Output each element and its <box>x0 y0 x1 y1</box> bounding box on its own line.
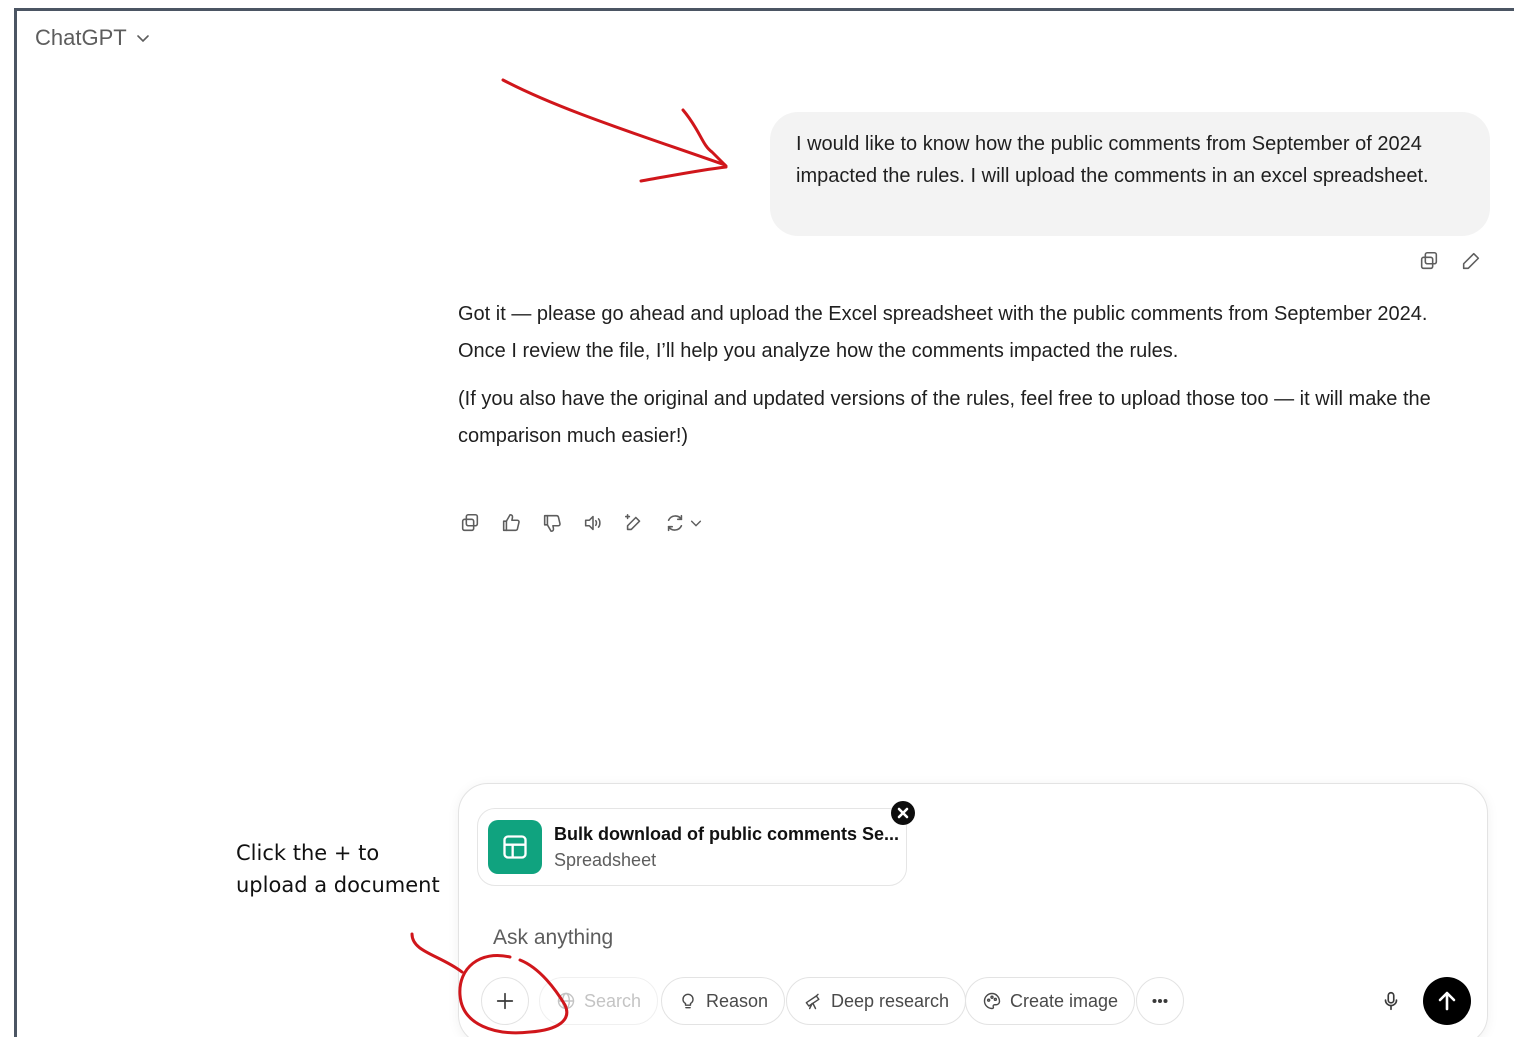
edit-pencil-icon[interactable] <box>1459 249 1483 273</box>
assistant-message: Got it — please go ahead and upload the … <box>458 296 1488 455</box>
microphone-icon <box>1384 991 1398 1011</box>
attachment-card[interactable]: Bulk download of public comments Se... S… <box>477 808 907 886</box>
more-horizontal-icon <box>1152 998 1168 1004</box>
deep-research-tool-label: Deep research <box>831 990 950 1011</box>
spreadsheet-icon <box>488 820 542 874</box>
chevron-down-icon <box>136 35 149 43</box>
attachment-name: Bulk download of public comments Se... <box>554 824 900 844</box>
arrow-up-icon <box>1438 991 1456 1011</box>
copy-icon[interactable] <box>458 511 482 535</box>
reason-tool-label: Reason <box>706 990 769 1011</box>
message-composer: Bulk download of public comments Se... S… <box>458 783 1488 1037</box>
thumbs-down-icon[interactable] <box>540 511 564 535</box>
model-switcher[interactable]: ChatGPT <box>35 25 151 51</box>
add-attachment-button[interactable] <box>481 977 529 1025</box>
annotation-line: upload a document <box>236 873 440 897</box>
copy-icon[interactable] <box>1417 249 1441 273</box>
thumbs-up-icon[interactable] <box>499 511 523 535</box>
remove-attachment-button[interactable] <box>891 801 915 825</box>
dictate-button[interactable] <box>1367 977 1415 1025</box>
attachment-type: Spreadsheet <box>554 850 657 870</box>
close-icon <box>897 807 909 819</box>
model-name: ChatGPT <box>35 25 127 50</box>
user-message-actions <box>1417 249 1483 273</box>
search-tool-label: Search <box>584 990 642 1011</box>
annotation-instruction: Click the + to upload a document <box>236 837 440 901</box>
read-aloud-speaker-icon[interactable] <box>581 511 605 535</box>
regenerate-button[interactable] <box>663 511 703 535</box>
assistant-paragraph: Once I review the file, I’ll help you an… <box>458 340 1179 362</box>
globe-icon <box>557 992 575 1010</box>
assistant-paragraph: Got it — please go ahead and upload the … <box>458 303 1428 325</box>
create-image-tool-button[interactable]: Create image <box>965 977 1136 1025</box>
edit-in-canvas-icon[interactable] <box>622 511 646 535</box>
create-image-tool-label: Create image <box>1010 990 1119 1011</box>
deep-research-tool-button[interactable]: Deep research <box>786 977 967 1025</box>
lightbulb-icon <box>682 993 694 1009</box>
telescope-icon <box>805 993 820 1010</box>
chat-window: ChatGPT I would like to know how the pub… <box>14 8 1514 1037</box>
refresh-icon <box>663 511 687 535</box>
assistant-message-actions <box>458 511 703 535</box>
assistant-paragraph: (If you also have the original and updat… <box>458 388 1431 447</box>
prompt-input[interactable] <box>493 920 1393 956</box>
plus-icon <box>496 992 514 1010</box>
user-message: I would like to know how the public comm… <box>770 112 1490 236</box>
send-button[interactable] <box>1423 977 1471 1025</box>
annotation-line: Click the + to <box>236 841 380 865</box>
chevron-down-icon <box>690 520 702 527</box>
more-tools-button[interactable] <box>1136 977 1184 1025</box>
search-tool-button[interactable]: Search <box>539 977 659 1025</box>
reason-tool-button[interactable]: Reason <box>661 977 786 1025</box>
palette-icon <box>983 992 1001 1010</box>
